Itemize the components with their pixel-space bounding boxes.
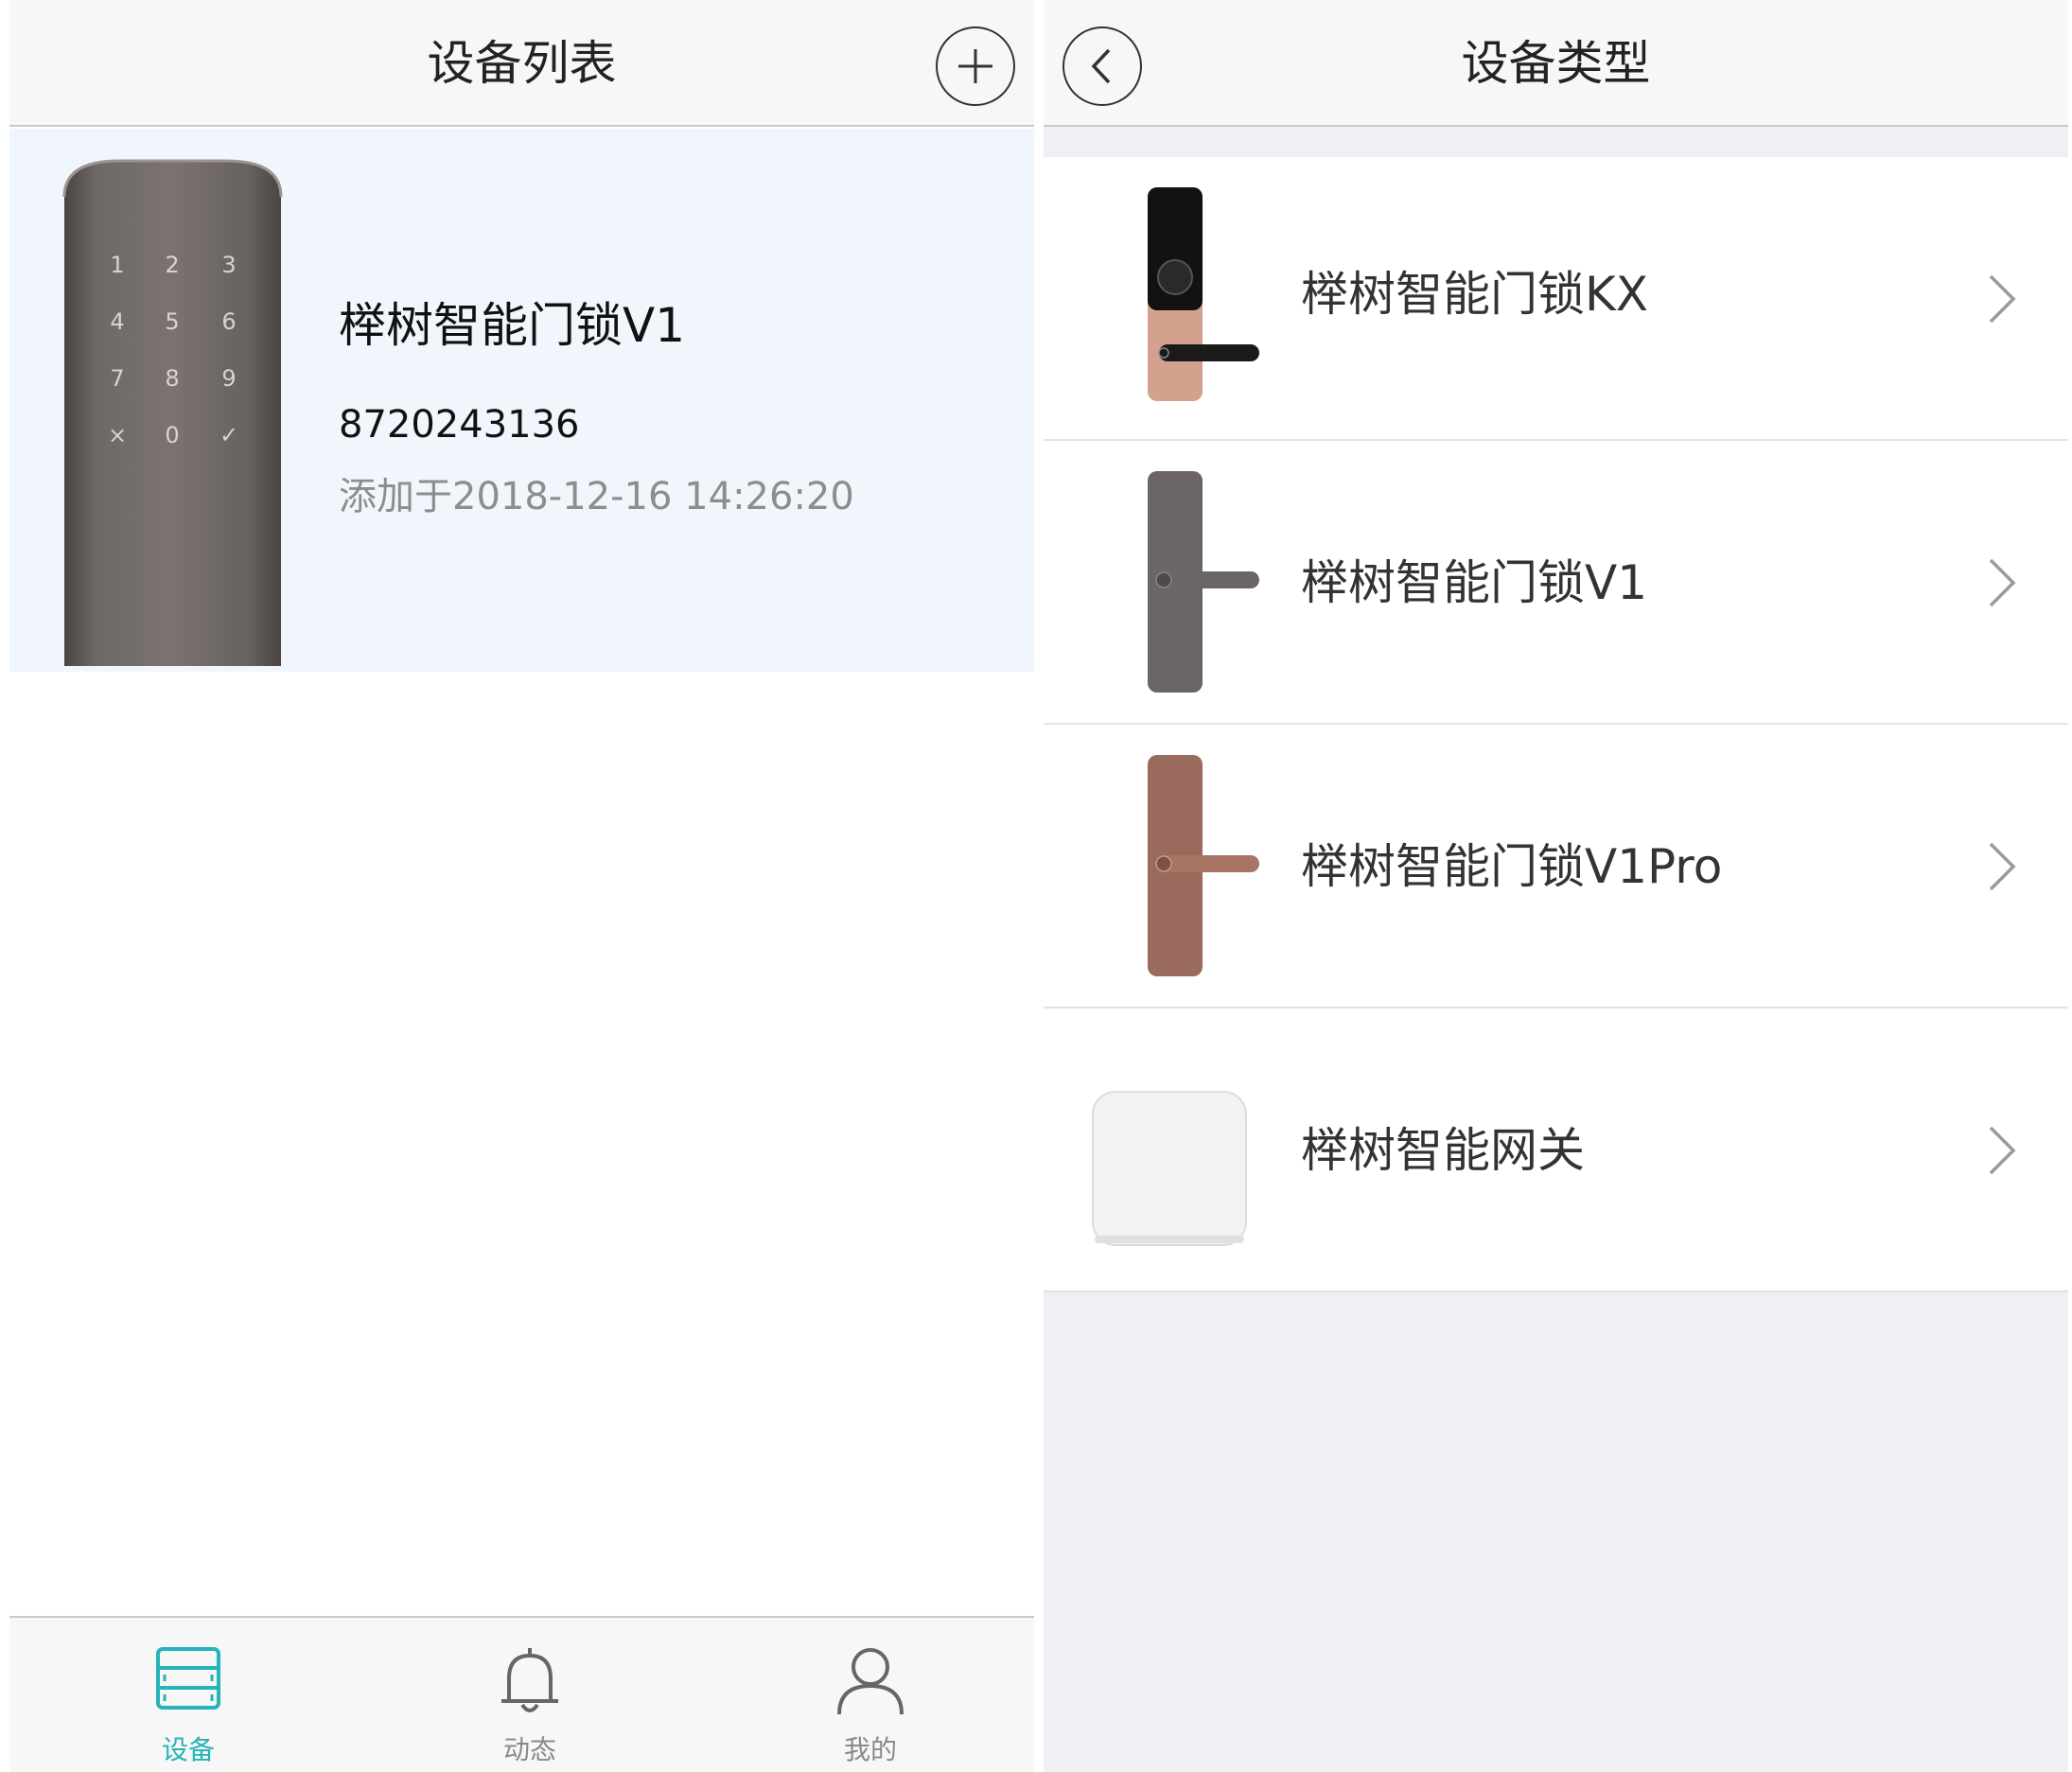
device-list-screen: 设备列表 1 2 3 4 5 6 7 8 9 × 0 ✓ 榉树智能门锁V1 87… [9,0,1034,1772]
bottom-tab-bar: 设备 动态 我的 [9,1616,1034,1772]
lock-v1pro-thumbnail [1148,755,1259,976]
keypad-key: 3 [221,252,237,278]
keypad-key: 9 [221,365,237,392]
keypad-key: 6 [221,308,237,335]
tab-activity[interactable]: 动态 [416,1618,643,1769]
keypad-key: 8 [165,365,180,392]
person-icon [837,1648,904,1715]
chevron-right-icon [1989,274,2016,324]
device-type-screen: 设备类型 榉树智能门锁KX 榉树智能门锁V1 榉树智能门锁V1Pro 榉树智能网… [1044,0,2068,1772]
tab-label: 设备 [161,1734,215,1765]
list-item[interactable]: 榉树智能门锁V1 [1044,441,2068,725]
device-type-label: 榉树智能门锁KX [1301,267,1649,322]
device-list-icon [156,1647,220,1710]
keypad-key: 0 [165,422,180,448]
tab-devices[interactable]: 设备 [75,1618,302,1769]
list-item[interactable]: 榉树智能门锁KX [1044,157,2068,441]
keypad-key: 1 [110,252,125,278]
chevron-right-icon [1989,842,2016,891]
keypad-key: 7 [110,365,125,392]
device-type-list: 榉树智能门锁KX 榉树智能门锁V1 榉树智能门锁V1Pro 榉树智能网关 [1044,157,2068,1292]
tab-label: 动态 [502,1734,556,1765]
keypad-key: 5 [165,308,180,335]
navbar: 设备列表 [9,0,1034,127]
keypad-key: 4 [110,308,125,335]
device-card[interactable]: 1 2 3 4 5 6 7 8 9 × 0 ✓ 榉树智能门锁V1 8720243… [9,129,1034,672]
lock-kx-thumbnail [1148,187,1259,401]
keypad-key: ✓ [219,422,239,448]
device-type-label: 榉树智能门锁V1Pro [1301,839,1723,894]
plus-icon [958,49,992,83]
keypad-key: 2 [165,252,180,278]
device-type-label: 榉树智能网关 [1301,1123,1585,1178]
keypad-key: × [107,422,128,448]
list-item[interactable]: 榉树智能门锁V1Pro [1044,725,2068,1009]
tab-me[interactable]: 我的 [757,1618,984,1769]
tab-label: 我的 [843,1734,897,1765]
chevron-right-icon [1989,1126,2016,1175]
device-name: 榉树智能门锁V1 [339,298,686,353]
gateway-thumbnail [1092,1091,1247,1246]
device-added-date: 添加于2018-12-16 14:26:20 [339,475,854,518]
page-title: 设备列表 [427,36,617,91]
device-type-label: 榉树智能门锁V1 [1301,555,1648,610]
navbar: 设备类型 [1044,0,2068,127]
add-device-button[interactable] [936,26,1015,106]
lock-v1-thumbnail [1148,471,1259,693]
list-item[interactable]: 榉树智能网关 [1044,1009,2068,1292]
device-serial: 8720243136 [339,403,580,447]
page-title: 设备类型 [1461,36,1651,91]
chevron-right-icon [1989,558,2016,607]
bell-icon [501,1648,558,1712]
keypad: 1 2 3 4 5 6 7 8 9 × 0 ✓ [62,252,283,479]
